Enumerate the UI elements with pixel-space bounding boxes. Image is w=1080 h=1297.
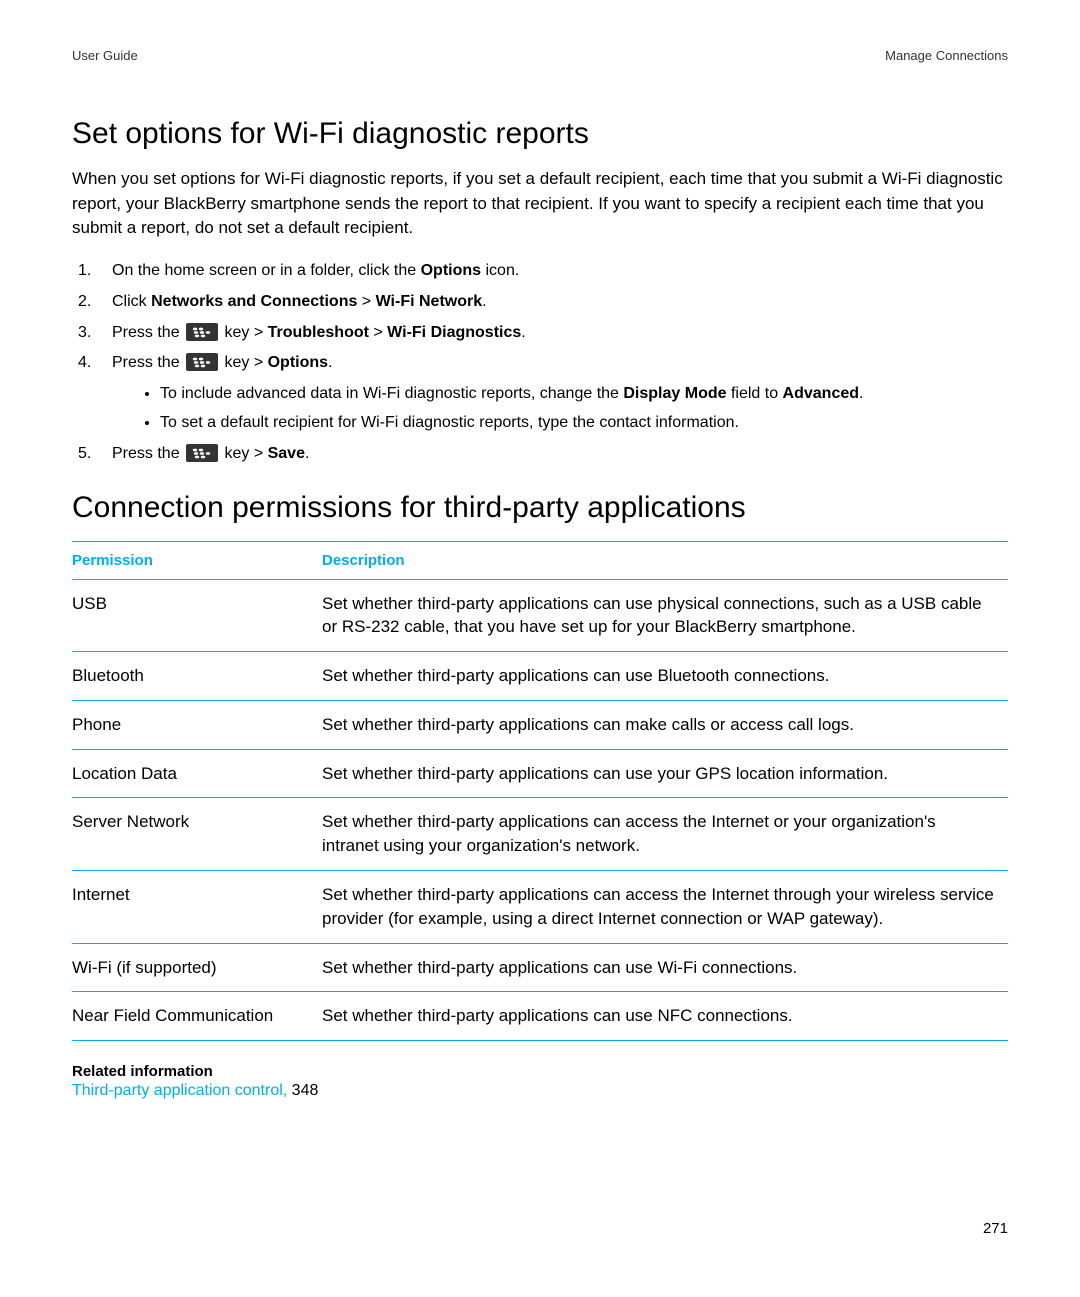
page-number: 271 — [72, 1220, 1008, 1237]
related-info-heading: Related information — [72, 1063, 1008, 1080]
sub-bullets: To include advanced data in Wi-Fi diagno… — [134, 382, 1008, 436]
table-row: Wi-Fi (if supported) Set whether third-p… — [72, 943, 1008, 992]
table-header-row: Permission Description — [72, 541, 1008, 579]
step-3: Press the key > Troubleshoot > Wi-Fi Dia… — [72, 321, 1008, 346]
related-link[interactable]: Third-party application control, — [72, 1082, 287, 1099]
blackberry-key-icon — [186, 353, 218, 371]
step-1: On the home screen or in a folder, click… — [72, 259, 1008, 284]
step-4: Press the key > Options. To include adva… — [72, 351, 1008, 435]
section-heading-wifi-options: Set options for Wi-Fi diagnostic reports — [72, 117, 1008, 151]
table-row: Bluetooth Set whether third-party applic… — [72, 652, 1008, 701]
col-description: Description — [322, 541, 1008, 579]
blackberry-key-icon — [186, 444, 218, 462]
section-heading-permissions: Connection permissions for third-party a… — [72, 491, 1008, 525]
intro-paragraph: When you set options for Wi-Fi diagnosti… — [72, 167, 1008, 241]
sub-bullet-2: To set a default recipient for Wi-Fi dia… — [160, 411, 1008, 436]
header-right: Manage Connections — [885, 48, 1008, 63]
page-header: User Guide Manage Connections — [72, 48, 1008, 63]
header-left: User Guide — [72, 48, 138, 63]
steps-list: On the home screen or in a folder, click… — [72, 259, 1008, 467]
step-5: Press the key > Save. — [72, 442, 1008, 467]
permissions-table: Permission Description USB Set whether t… — [72, 541, 1008, 1042]
col-permission: Permission — [72, 541, 322, 579]
step-2: Click Networks and Connections > Wi-Fi N… — [72, 290, 1008, 315]
table-row: Internet Set whether third-party applica… — [72, 871, 1008, 944]
table-row: Server Network Set whether third-party a… — [72, 798, 1008, 871]
sub-bullet-1: To include advanced data in Wi-Fi diagno… — [160, 382, 1008, 407]
table-row: Phone Set whether third-party applicatio… — [72, 700, 1008, 749]
table-row: Location Data Set whether third-party ap… — [72, 749, 1008, 798]
document-page: User Guide Manage Connections Set option… — [0, 0, 1080, 1297]
related-info-line: Third-party application control, 348 — [72, 1082, 1008, 1100]
blackberry-key-icon — [186, 323, 218, 341]
table-row: USB Set whether third-party applications… — [72, 579, 1008, 652]
table-row: Near Field Communication Set whether thi… — [72, 992, 1008, 1041]
